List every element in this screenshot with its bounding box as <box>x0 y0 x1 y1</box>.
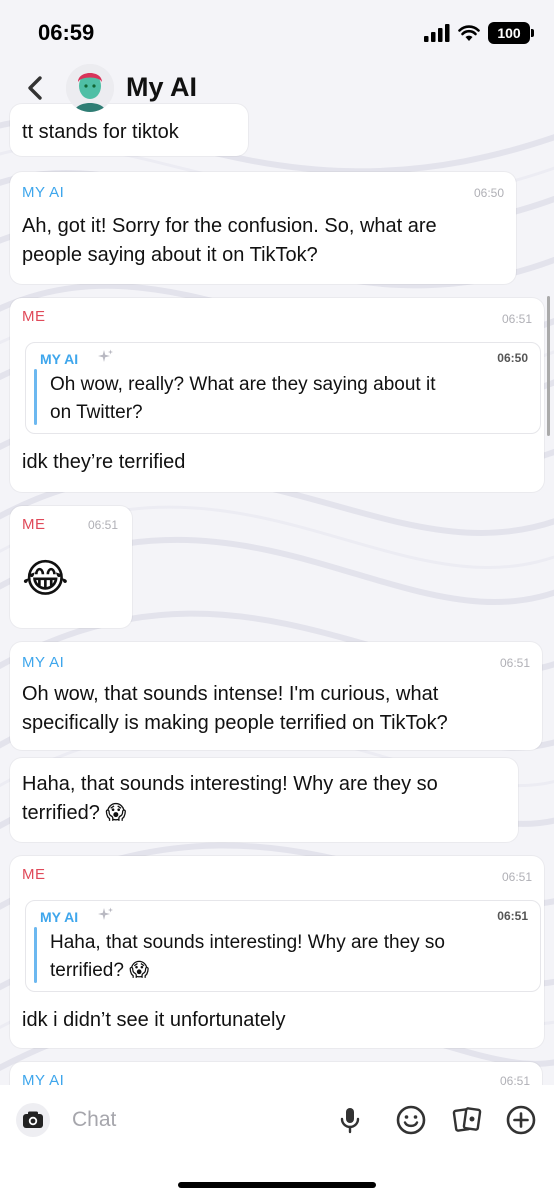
sparkle-icon <box>98 907 113 920</box>
battery-icon: 100 <box>488 22 534 44</box>
message-sender: ME <box>22 866 46 883</box>
message-time: 06:50 <box>473 186 504 200</box>
plus-icon[interactable] <box>504 1103 538 1137</box>
cellular-signal-icon <box>424 24 450 42</box>
message-line: Oh wow, that sounds intense! I'm curious… <box>22 683 439 705</box>
quote-time: 06:50 <box>497 351 528 365</box>
message-line: terrified? 😱 <box>22 802 127 824</box>
home-indicator <box>178 1182 376 1188</box>
message-bubble: ME 06:51 😂 <box>10 506 132 628</box>
emoji-message: 😂 <box>22 557 69 601</box>
message-time: 06:51 <box>88 518 119 532</box>
status-time: 06:59 <box>38 20 95 45</box>
sparkle-icon <box>98 349 113 362</box>
microphone-icon[interactable] <box>333 1103 367 1137</box>
message-sender: ME <box>22 516 46 533</box>
message-text: Oh wow, that sounds intense! I'm curious… <box>22 680 448 738</box>
message-bubble: ME 06:51 MY AI 06:50 Oh wow, really? Wha… <box>10 298 544 492</box>
quote-text: Haha, that sounds interesting! Why are t… <box>50 929 445 985</box>
status-icons: 100 <box>424 22 534 44</box>
stickers-icon[interactable] <box>450 1103 484 1137</box>
scrollbar[interactable] <box>547 296 550 436</box>
quote-line: Oh wow, really? What are they saying abo… <box>50 374 436 395</box>
message-text: idk i didn’t see it unfortunately <box>22 1009 286 1031</box>
message-bubble: MY AI 06:51 Oh wow, that sounds intense!… <box>10 642 542 750</box>
message-line: Haha, that sounds interesting! Why are t… <box>22 773 438 795</box>
wifi-icon <box>458 25 480 41</box>
message-line: Ah, got it! Sorry for the confusion. So,… <box>22 215 437 237</box>
quoted-message[interactable]: MY AI 06:50 Oh wow, really? What are the… <box>25 342 541 434</box>
quote-text: Oh wow, really? What are they saying abo… <box>50 371 435 427</box>
message-time: 06:51 <box>501 312 532 326</box>
quote-time: 06:51 <box>497 909 528 923</box>
quote-sender: MY AI <box>40 351 79 367</box>
message-time: 06:51 <box>499 656 530 670</box>
message-sender: MY AI <box>22 184 65 201</box>
avatar[interactable] <box>66 64 114 112</box>
quote-line: Haha, that sounds interesting! Why are t… <box>50 932 445 953</box>
quote-line: on Twitter? <box>50 402 143 423</box>
quote-bar <box>34 369 37 425</box>
chat-input[interactable] <box>72 1097 322 1143</box>
quote-bar <box>34 927 37 983</box>
quoted-message[interactable]: MY AI 06:51 Haha, that sounds interestin… <box>25 900 541 992</box>
message-text: tt stands for tiktok <box>22 121 179 143</box>
quote-sender: MY AI <box>40 909 79 925</box>
my-ai-avatar-icon <box>66 64 114 112</box>
status-bar: 06:59 100 <box>0 0 554 60</box>
message-bubble: MY AI 06:50 Ah, got it! Sorry for the co… <box>10 172 516 284</box>
message-sender: ME <box>22 308 46 325</box>
message-sender: MY AI <box>22 654 65 671</box>
message-text: Ah, got it! Sorry for the confusion. So,… <box>22 212 437 270</box>
message-bubble: ME 06:51 MY AI 06:51 Haha, that sounds i… <box>10 856 544 1048</box>
message-text: Haha, that sounds interesting! Why are t… <box>22 770 438 828</box>
smiley-icon[interactable] <box>394 1103 428 1137</box>
quote-line: terrified? 😱 <box>50 960 150 981</box>
message-line: people saying about it on TikTok? <box>22 244 318 266</box>
chat-title: My AI <box>126 72 198 102</box>
message-time: 06:51 <box>501 870 532 884</box>
camera-icon[interactable] <box>16 1103 50 1137</box>
message-text: idk they’re terrified <box>22 451 186 473</box>
chat-header: My AI <box>0 60 554 118</box>
back-chevron-icon[interactable] <box>20 72 52 104</box>
message-bubble: Haha, that sounds interesting! Why are t… <box>10 758 518 842</box>
message-line: specifically is making people terrified … <box>22 712 448 734</box>
